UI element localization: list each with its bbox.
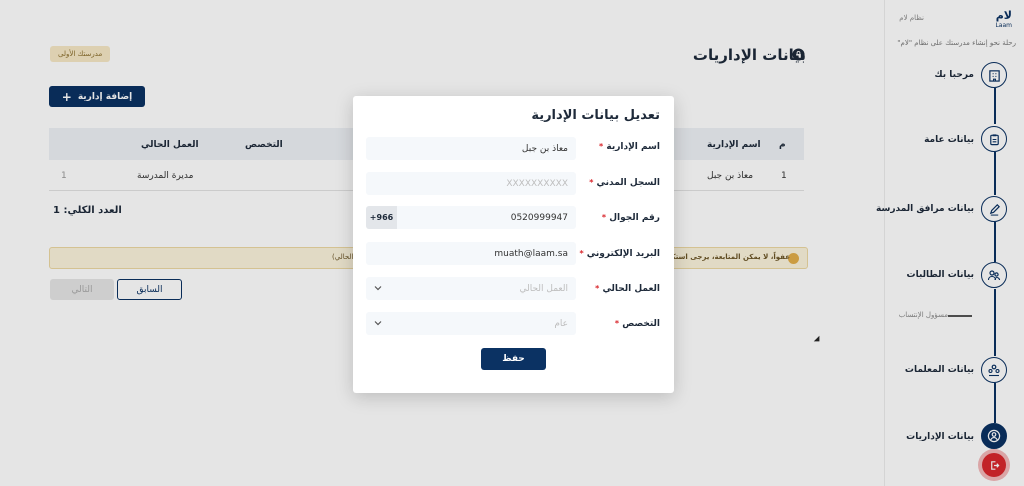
country-code-prefix[interactable]: +966 xyxy=(366,206,397,229)
name-value: معاذ بن جبل xyxy=(521,143,568,154)
specialty-label: التخصص * xyxy=(614,319,660,329)
civil-id-field[interactable]: XXXXXXXXXX xyxy=(366,172,576,195)
civil-id-placeholder: XXXXXXXXXX xyxy=(506,178,568,189)
specialty-select[interactable]: عام xyxy=(366,312,576,335)
required-asterisk: * xyxy=(589,178,594,187)
required-asterisk: * xyxy=(599,142,604,151)
phone-field[interactable]: +966 0520999947 xyxy=(366,206,576,229)
job-select[interactable]: العمل الحالي xyxy=(366,277,576,300)
phone-label: رقم الجوال * xyxy=(601,213,660,223)
modal-title: تعديل بيانات الإدارية xyxy=(531,108,660,123)
phone-value: 0520999947 xyxy=(510,212,568,223)
name-label: اسم الإدارية * xyxy=(599,142,660,152)
required-asterisk: * xyxy=(601,213,607,222)
required-asterisk: * xyxy=(614,319,620,328)
required-asterisk: * xyxy=(579,249,584,258)
save-button[interactable]: حفظ xyxy=(481,348,546,370)
civil-id-label: السجل المدني * xyxy=(589,178,660,188)
required-asterisk: * xyxy=(595,284,600,293)
edit-admin-modal: تعديل بيانات الإدارية اسم الإدارية * معا… xyxy=(353,96,674,393)
email-label: البريد الإلكتروني * xyxy=(579,249,660,259)
email-field[interactable]: muath@laam.sa xyxy=(366,242,576,265)
chevron-down-icon xyxy=(374,286,382,291)
specialty-placeholder: عام xyxy=(554,318,568,329)
email-value: muath@laam.sa xyxy=(494,248,568,259)
name-field[interactable]: معاذ بن جبل xyxy=(366,137,576,160)
job-label: العمل الحالي * xyxy=(595,284,660,294)
job-placeholder: العمل الحالي xyxy=(519,283,568,294)
chevron-down-icon xyxy=(374,321,382,326)
